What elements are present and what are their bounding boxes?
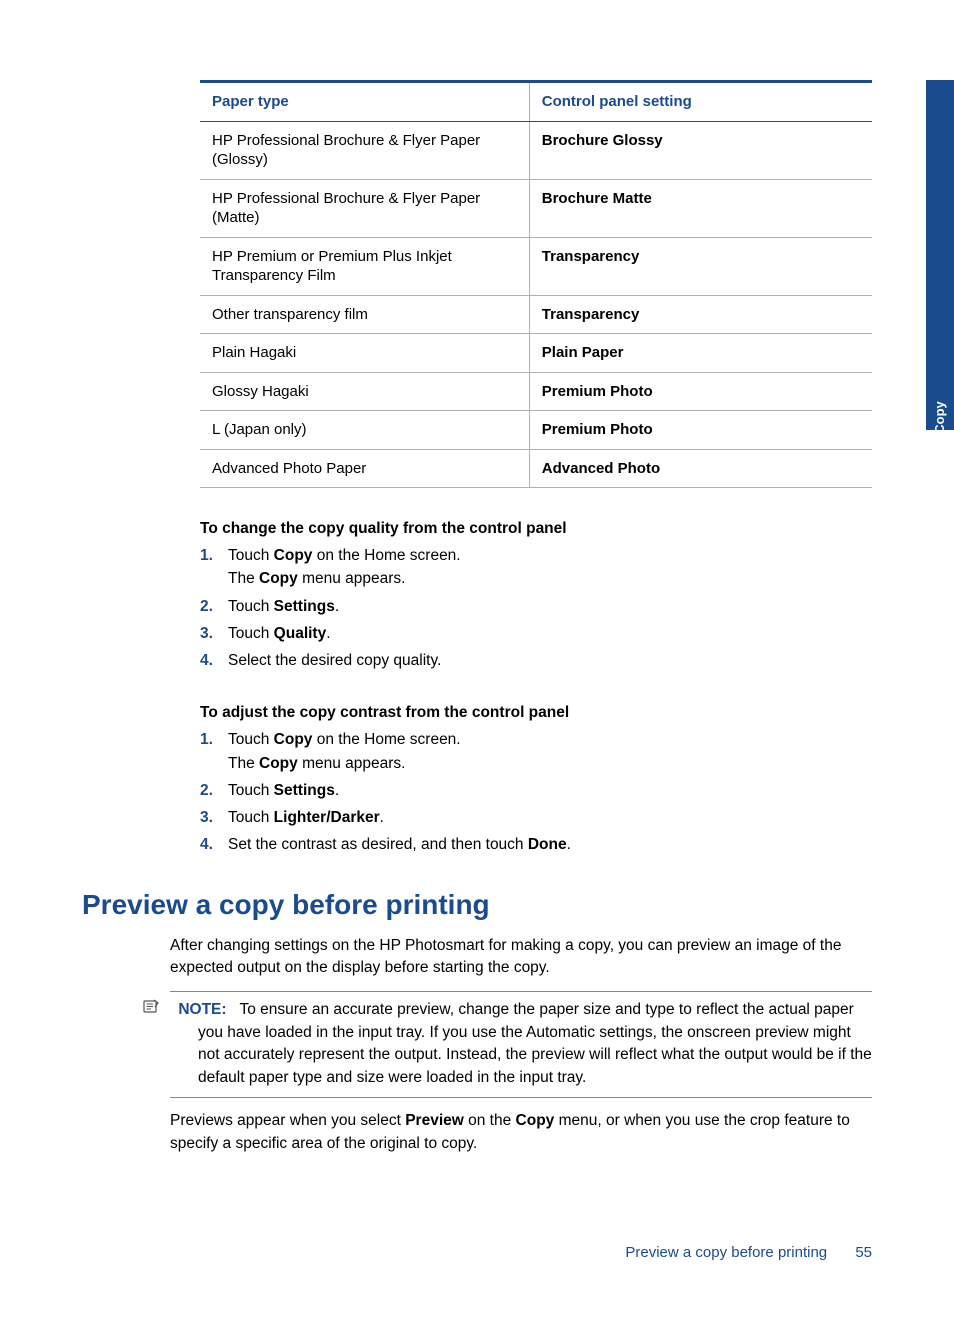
table-row: Glossy HagakiPremium Photo: [200, 372, 872, 411]
para-bold: Copy: [516, 1112, 555, 1129]
step-bold: Copy: [259, 755, 298, 772]
list-item: 1. Touch Copy on the Home screen. The Co…: [200, 544, 872, 591]
cell-paper-type: Advanced Photo Paper: [200, 449, 529, 488]
list-number: 4.: [200, 833, 228, 856]
step-text: Touch: [228, 809, 274, 826]
table-header-control-panel: Control panel setting: [529, 82, 872, 122]
cell-setting: Plain Paper: [529, 334, 872, 373]
step-bold: Copy: [259, 570, 298, 587]
list-body: Touch Lighter/Darker.: [228, 806, 872, 829]
table-row: Other transparency filmTransparency: [200, 295, 872, 334]
ordered-list-contrast: 1. Touch Copy on the Home screen. The Co…: [200, 728, 872, 856]
cell-paper-type: HP Premium or Premium Plus Inkjet Transp…: [200, 237, 529, 295]
step-bold: Copy: [274, 731, 313, 748]
step-text: menu appears.: [298, 755, 406, 772]
list-item: 4. Set the contrast as desired, and then…: [200, 833, 872, 856]
cell-paper-type: Glossy Hagaki: [200, 372, 529, 411]
step-bold: Settings: [274, 598, 335, 615]
step-bold: Settings: [274, 782, 335, 799]
step-text: The: [228, 570, 259, 587]
step-text: .: [567, 836, 571, 853]
cell-paper-type: Other transparency film: [200, 295, 529, 334]
step-text: .: [326, 625, 330, 642]
side-tab-label: Copy: [931, 401, 946, 434]
list-body: Touch Copy on the Home screen. The Copy …: [228, 544, 872, 591]
step-text: Touch: [228, 731, 274, 748]
step-bold: Done: [528, 836, 567, 853]
cell-setting: Brochure Glossy: [529, 121, 872, 179]
list-body: Touch Quality.: [228, 622, 872, 645]
step-text: Touch: [228, 782, 274, 799]
paper-type-table: Paper type Control panel setting HP Prof…: [200, 80, 872, 488]
list-item: 1. Touch Copy on the Home screen. The Co…: [200, 728, 872, 775]
cell-setting: Transparency: [529, 295, 872, 334]
step-bold: Quality: [274, 625, 327, 642]
list-body: Set the contrast as desired, and then to…: [228, 833, 872, 856]
step-text: on the Home screen.: [312, 547, 460, 564]
list-body: Touch Settings.: [228, 595, 872, 618]
page-footer: Preview a copy before printing 55: [625, 1244, 872, 1261]
table-header-paper-type: Paper type: [200, 82, 529, 122]
cell-paper-type: HP Professional Brochure & Flyer Paper (…: [200, 179, 529, 237]
list-item: 2. Touch Settings.: [200, 595, 872, 618]
step-bold: Lighter/Darker: [274, 809, 380, 826]
list-item: 2. Touch Settings.: [200, 779, 872, 802]
section-heading-contrast: To adjust the copy contrast from the con…: [200, 704, 872, 722]
note-label: NOTE:: [178, 1001, 226, 1018]
para-text: Previews appear when you select: [170, 1112, 405, 1129]
list-number: 2.: [200, 779, 228, 802]
table-row: L (Japan only)Premium Photo: [200, 411, 872, 450]
list-item: 3. Touch Lighter/Darker.: [200, 806, 872, 829]
list-number: 1.: [200, 728, 228, 775]
list-item: 4. Select the desired copy quality.: [200, 649, 872, 672]
cell-setting: Premium Photo: [529, 411, 872, 450]
list-body: Touch Copy on the Home screen. The Copy …: [228, 728, 872, 775]
list-number: 1.: [200, 544, 228, 591]
list-body: Touch Settings.: [228, 779, 872, 802]
cell-setting: Transparency: [529, 237, 872, 295]
table-row: HP Professional Brochure & Flyer Paper (…: [200, 121, 872, 179]
list-body: Select the desired copy quality.: [228, 649, 872, 672]
section-heading-quality: To change the copy quality from the cont…: [200, 520, 872, 538]
list-number: 3.: [200, 806, 228, 829]
cell-setting: Premium Photo: [529, 372, 872, 411]
step-text: .: [335, 782, 339, 799]
step-text: Touch: [228, 598, 274, 615]
step-text: .: [380, 809, 384, 826]
step-text: Set the contrast as desired, and then to…: [228, 836, 528, 853]
step-text: menu appears.: [298, 570, 406, 587]
table-row: Advanced Photo PaperAdvanced Photo: [200, 449, 872, 488]
step-text: on the Home screen.: [312, 731, 460, 748]
preview-para-1: After changing settings on the HP Photos…: [170, 935, 872, 980]
cell-setting: Brochure Matte: [529, 179, 872, 237]
preview-para-2: Previews appear when you select Preview …: [170, 1110, 872, 1155]
para-bold: Preview: [405, 1112, 464, 1129]
page-heading-preview: Preview a copy before printing: [82, 889, 872, 921]
footer-page-number: 55: [855, 1244, 872, 1261]
note-box: NOTE: To ensure an accurate preview, cha…: [170, 991, 872, 1098]
cell-paper-type: Plain Hagaki: [200, 334, 529, 373]
list-number: 4.: [200, 649, 228, 672]
step-text: Touch: [228, 625, 274, 642]
cell-paper-type: HP Professional Brochure & Flyer Paper (…: [200, 121, 529, 179]
step-text: Touch: [228, 547, 274, 564]
table-row: Plain HagakiPlain Paper: [200, 334, 872, 373]
step-text: The: [228, 755, 259, 772]
step-bold: Copy: [274, 547, 313, 564]
note-body: To ensure an accurate preview, change th…: [198, 1001, 872, 1086]
cell-setting: Advanced Photo: [529, 449, 872, 488]
footer-section-title: Preview a copy before printing: [625, 1244, 827, 1261]
table-row: HP Premium or Premium Plus Inkjet Transp…: [200, 237, 872, 295]
list-number: 3.: [200, 622, 228, 645]
para-text: on the: [464, 1112, 516, 1129]
ordered-list-quality: 1. Touch Copy on the Home screen. The Co…: [200, 544, 872, 672]
step-text: .: [335, 598, 339, 615]
table-row: HP Professional Brochure & Flyer Paper (…: [200, 179, 872, 237]
list-number: 2.: [200, 595, 228, 618]
cell-paper-type: L (Japan only): [200, 411, 529, 450]
side-tab: Copy: [926, 80, 954, 430]
list-item: 3. Touch Quality.: [200, 622, 872, 645]
